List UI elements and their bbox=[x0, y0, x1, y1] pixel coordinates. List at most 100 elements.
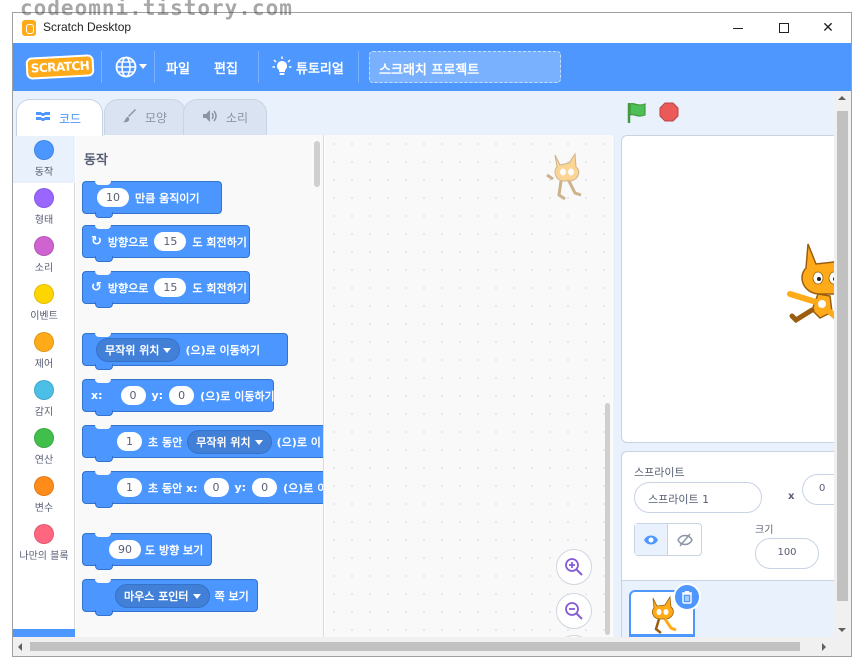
block-text: (으)로 이동하기 bbox=[185, 343, 261, 357]
stop-icon[interactable] bbox=[659, 102, 679, 122]
block-turn-right[interactable]: ↻ 방향으로 15 도 회전하기 bbox=[82, 225, 250, 262]
maximize-icon bbox=[779, 23, 789, 33]
scratch-app-icon bbox=[22, 20, 36, 36]
minimize-button[interactable] bbox=[715, 13, 761, 43]
window-vertical-scrollbar[interactable] bbox=[834, 91, 851, 637]
block-dropdown[interactable]: 무작위 위치 bbox=[96, 337, 181, 362]
category-label: 동작 bbox=[34, 167, 54, 178]
scroll-left-icon[interactable] bbox=[18, 643, 22, 651]
speaker-icon bbox=[202, 109, 218, 127]
block-glide-to-xy[interactable]: 1 초 동안 x: 0 y: 0 (으)로 이 bbox=[82, 471, 324, 508]
block-text: 도 회전하기 bbox=[192, 235, 247, 249]
menu-tutorials[interactable]: 튜토리얼 bbox=[296, 58, 344, 77]
category-my-blocks[interactable]: 나만의 블록 bbox=[13, 519, 75, 567]
category-dot bbox=[34, 284, 54, 304]
category-variables[interactable]: 변수 bbox=[13, 471, 75, 519]
category-control[interactable]: 제어 bbox=[13, 327, 75, 375]
lightbulb-icon bbox=[272, 56, 292, 75]
palette-scrollbar[interactable] bbox=[314, 141, 320, 187]
block-number-input[interactable]: 0 bbox=[252, 478, 278, 497]
globe-icon[interactable] bbox=[114, 55, 138, 79]
menu-file[interactable]: 파일 bbox=[166, 58, 190, 77]
scroll-down-icon[interactable] bbox=[838, 628, 846, 632]
category-dot bbox=[34, 380, 54, 400]
window-horizontal-scrollbar[interactable] bbox=[13, 637, 851, 656]
project-title-input[interactable]: 스크래치 프로젝트 bbox=[369, 51, 561, 83]
scrollbar-thumb[interactable] bbox=[837, 111, 848, 601]
menu-edit[interactable]: 편집 bbox=[214, 58, 238, 77]
workspace-scrollbar[interactable] bbox=[605, 403, 610, 635]
block-text: 도 방향 보기 bbox=[145, 543, 204, 557]
block-dropdown-value: 무작위 위치 bbox=[105, 343, 160, 357]
block-dropdown-value: 무작위 위치 bbox=[196, 435, 251, 449]
block-text: 초 동안 x: bbox=[148, 481, 198, 495]
category-label: 형태 bbox=[34, 215, 54, 226]
category-operators[interactable]: 연산 bbox=[13, 423, 75, 471]
code-icon bbox=[35, 110, 51, 126]
block-text: 도 회전하기 bbox=[192, 281, 247, 295]
close-icon: ✕ bbox=[822, 20, 834, 36]
close-button[interactable]: ✕ bbox=[805, 13, 851, 43]
block-number-input[interactable]: 90 bbox=[109, 540, 141, 559]
block-number-input[interactable]: 0 bbox=[203, 478, 229, 497]
tab-costumes[interactable]: 모양 bbox=[104, 99, 186, 135]
scratch-logo-text: SCRATCH bbox=[30, 58, 90, 76]
hide-button[interactable] bbox=[668, 524, 701, 555]
sprite-name-input[interactable]: 스프라이트 1 bbox=[634, 482, 762, 513]
brush-icon bbox=[123, 108, 137, 127]
menu-divider bbox=[154, 51, 155, 83]
block-number-input[interactable]: 0 bbox=[120, 386, 146, 405]
block-number-input[interactable]: 0 bbox=[169, 386, 195, 405]
block-text: y: bbox=[234, 481, 247, 494]
eye-icon bbox=[644, 535, 658, 544]
block-number-input[interactable]: 10 bbox=[97, 188, 129, 207]
block-number-input[interactable]: 15 bbox=[154, 232, 187, 251]
block-text: 만큼 움직이기 bbox=[135, 191, 200, 205]
tab-sounds[interactable]: 소리 bbox=[183, 99, 267, 135]
menu-bar: SCRATCH 파일 편집 튜토리얼 스크래치 프로젝트 bbox=[13, 43, 851, 91]
block-dropdown[interactable]: 마우스 포인터 bbox=[115, 583, 210, 608]
zoom-in-button[interactable] bbox=[556, 549, 592, 585]
code-workspace[interactable] bbox=[325, 135, 612, 637]
block-number-input[interactable]: 1 bbox=[117, 432, 142, 451]
category-label: 제어 bbox=[34, 359, 54, 370]
block-turn-left[interactable]: ↺ 방향으로 15 도 회전하기 bbox=[82, 271, 250, 308]
stage[interactable] bbox=[621, 135, 851, 443]
maximize-button[interactable] bbox=[761, 13, 807, 43]
tab-code[interactable]: 코드 bbox=[16, 99, 103, 136]
menu-divider bbox=[101, 51, 102, 83]
scrollbar-thumb[interactable] bbox=[30, 642, 800, 651]
block-point-in-direction[interactable]: 90 도 방향 보기 bbox=[82, 533, 212, 570]
category-looks[interactable]: 형태 bbox=[13, 183, 75, 231]
tab-sounds-label: 소리 bbox=[226, 111, 249, 125]
block-text: (으)로 이 bbox=[283, 481, 324, 495]
chevron-down-icon bbox=[192, 594, 201, 599]
block-go-to-xy[interactable]: x: 0 y: 0 (으)로 이동하기 bbox=[82, 379, 275, 416]
size-input[interactable]: 100 bbox=[755, 538, 819, 569]
block-glide-to[interactable]: 1 초 동안 무작위 위치 (으)로 이 bbox=[82, 425, 323, 462]
zoom-out-button[interactable] bbox=[556, 593, 592, 629]
block-point-towards[interactable]: 마우스 포인터 쪽 보기 bbox=[82, 579, 258, 616]
category-motion[interactable]: 동작 bbox=[13, 135, 75, 183]
category-sensing[interactable]: 감지 bbox=[13, 375, 75, 423]
block-go-to[interactable]: 무작위 위치 (으)로 이동하기 bbox=[82, 333, 288, 370]
block-dropdown[interactable]: 무작위 위치 bbox=[187, 429, 272, 454]
category-label: 나만의 블록 bbox=[19, 551, 69, 562]
category-sound[interactable]: 소리 bbox=[13, 231, 75, 279]
block-move-steps[interactable]: 10 만큼 움직이기 bbox=[82, 181, 222, 218]
eye-slash-icon bbox=[676, 533, 693, 546]
category-events[interactable]: 이벤트 bbox=[13, 279, 75, 327]
screen: codeomni.tistory.com Scratch Desktop ✕ S… bbox=[0, 0, 865, 669]
show-button[interactable] bbox=[635, 524, 669, 555]
scroll-right-icon[interactable] bbox=[822, 643, 826, 651]
category-label: 소리 bbox=[34, 263, 54, 274]
scratch-logo[interactable]: SCRATCH bbox=[25, 54, 95, 80]
block-number-input[interactable]: 15 bbox=[154, 278, 187, 297]
tab-code-label: 코드 bbox=[59, 111, 82, 126]
green-flag-icon[interactable] bbox=[625, 101, 649, 125]
scroll-up-icon[interactable] bbox=[838, 96, 846, 100]
block-text: y: bbox=[151, 389, 164, 402]
delete-sprite-button[interactable] bbox=[673, 583, 701, 611]
block-number-input[interactable]: 1 bbox=[117, 478, 142, 497]
category-dot bbox=[34, 476, 54, 496]
